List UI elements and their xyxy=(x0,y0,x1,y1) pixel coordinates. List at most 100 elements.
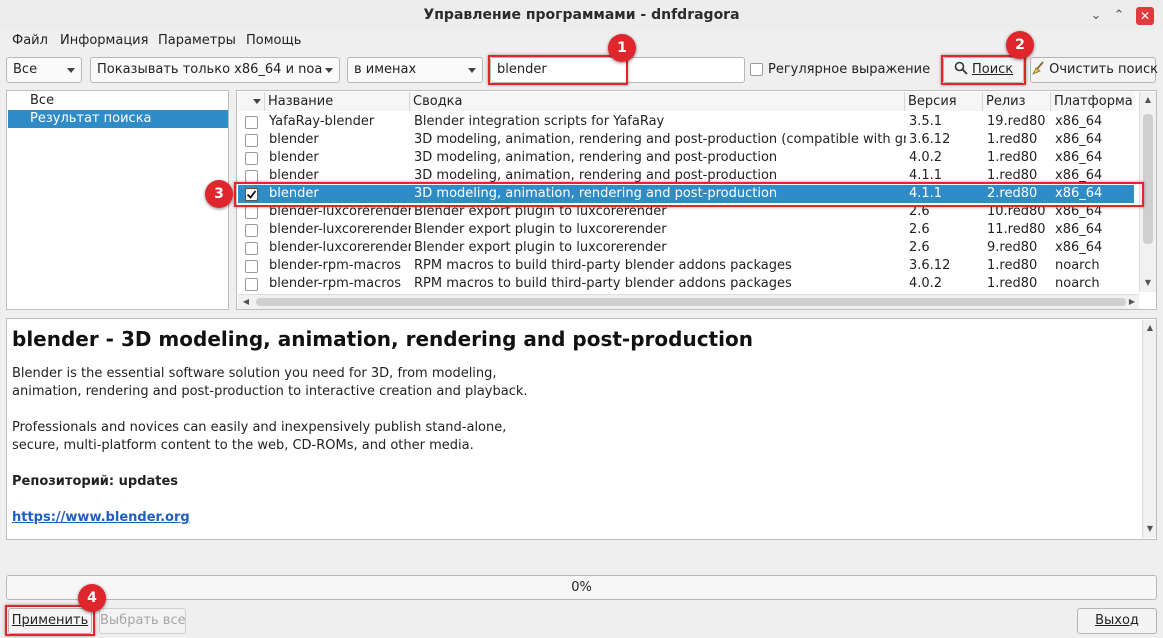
table-row[interactable]: blender-luxcorerender Blender export plug… xyxy=(238,239,1134,257)
cell-arch: x86_64 xyxy=(1055,114,1103,129)
header-platform[interactable]: Платформа xyxy=(1051,92,1135,111)
table-row[interactable]: blender-luxcorerender Blender export plug… xyxy=(238,221,1134,239)
progress-text: 0% xyxy=(571,580,592,595)
exit-button[interactable]: Выход xyxy=(1077,608,1157,634)
row-checkbox[interactable] xyxy=(245,260,258,273)
filter-combo-value: Все xyxy=(13,62,38,77)
cell-version: 3.5.1 xyxy=(909,114,943,129)
header-summary[interactable]: Сводка xyxy=(410,92,905,111)
scroll-right-icon[interactable]: ▶ xyxy=(1126,296,1138,308)
cell-release: 1.red80 xyxy=(987,132,1038,147)
annotation-badge: 2 xyxy=(1006,31,1034,59)
annotation-box-search-input xyxy=(488,55,628,85)
description-line: Blender is the essential software soluti… xyxy=(12,366,497,381)
cell-arch: x86_64 xyxy=(1055,240,1103,255)
row-checkbox[interactable] xyxy=(245,242,258,255)
close-icon[interactable]: ✕ xyxy=(1136,7,1154,25)
description-scrollbar[interactable]: ▲ ▼ xyxy=(1142,320,1156,538)
description-line: animation, rendering and post-production… xyxy=(12,384,528,399)
scroll-up-icon[interactable]: ▲ xyxy=(1144,322,1156,334)
cell-version: 2.6 xyxy=(909,222,930,237)
menu-settings[interactable]: Параметры xyxy=(158,30,236,52)
exit-button-label: Выход xyxy=(1095,613,1139,628)
regex-label: Регулярное выражение xyxy=(768,62,931,77)
filter-combo[interactable]: Все xyxy=(6,57,82,83)
clear-search-button[interactable]: Очистить поиск xyxy=(1030,57,1158,83)
cell-summary: Blender export plugin to luxcorerender xyxy=(414,240,667,255)
cell-release: 19.red80 xyxy=(987,114,1046,129)
broom-icon xyxy=(1032,61,1044,75)
group-item-all[interactable]: Все xyxy=(8,92,228,110)
scroll-down-icon[interactable]: ▼ xyxy=(1144,523,1156,535)
description-line: Professionals and novices can easily and… xyxy=(12,420,507,435)
annotation-badge: 1 xyxy=(608,34,636,62)
row-checkbox[interactable] xyxy=(245,278,258,291)
arch-combo[interactable]: Показывать только x86_64 и noarch xyxy=(90,57,340,83)
minimize-icon[interactable]: ⌄ xyxy=(1087,7,1105,25)
cell-version: 4.0.2 xyxy=(909,150,943,165)
cell-version: 4.0.2 xyxy=(909,276,943,291)
group-item-search-result[interactable]: Результат поиска xyxy=(8,110,228,128)
table-row[interactable]: blender 3D modeling, animation, rendering… xyxy=(238,149,1134,167)
cell-version: 2.6 xyxy=(909,240,930,255)
table-row[interactable]: YafaRay-blender Blender integration scrip… xyxy=(238,113,1134,131)
cell-arch: x86_64 xyxy=(1055,222,1103,237)
cell-name: blender-luxcorerender xyxy=(269,222,411,237)
repository-label: Репозиторий: updates xyxy=(12,474,179,489)
progress-bar: 0% xyxy=(6,575,1157,600)
scroll-thumb[interactable] xyxy=(256,298,1126,306)
menu-help[interactable]: Помощь xyxy=(246,30,301,52)
window-title: Управление программами - dnfdragora xyxy=(423,7,740,23)
row-checkbox[interactable] xyxy=(245,116,258,129)
header-sort[interactable] xyxy=(238,92,265,111)
cell-summary: 3D modeling, animation, rendering and po… xyxy=(414,150,778,165)
cell-name: blender xyxy=(269,150,319,165)
row-checkbox[interactable] xyxy=(245,152,258,165)
cell-summary: 3D modeling, animation, rendering and po… xyxy=(414,132,906,147)
cell-name: blender xyxy=(269,132,319,147)
table-row[interactable]: blender-rpm-macros RPM macros to build th… xyxy=(238,257,1134,275)
cell-release: 1.red80 xyxy=(987,150,1038,165)
cell-arch: noarch xyxy=(1055,276,1100,291)
description-line: secure, multi-platform content to the we… xyxy=(12,438,474,453)
scroll-thumb[interactable] xyxy=(1143,114,1153,244)
row-checkbox[interactable] xyxy=(245,206,258,219)
table-row[interactable]: blender 3D modeling, animation, rendering… xyxy=(238,131,1134,149)
menu-file[interactable]: Файл xyxy=(12,30,48,52)
maximize-icon[interactable]: ⌃ xyxy=(1110,7,1128,25)
annotation-box-search-button xyxy=(941,55,1026,85)
annotation-badge: 4 xyxy=(78,584,106,612)
cell-name: blender-rpm-macros xyxy=(269,276,402,291)
header-name[interactable]: Название xyxy=(265,92,410,111)
chevron-down-icon xyxy=(325,68,333,73)
scroll-left-icon[interactable]: ◀ xyxy=(240,296,252,308)
regex-checkbox[interactable] xyxy=(750,63,763,76)
scroll-up-icon[interactable]: ▲ xyxy=(1142,94,1154,106)
cell-version: 3.6.12 xyxy=(909,258,951,273)
arch-combo-value: Показывать только x86_64 и noarch xyxy=(97,62,323,77)
row-checkbox[interactable] xyxy=(245,224,258,237)
scroll-down-icon[interactable]: ▼ xyxy=(1142,277,1154,289)
cell-summary: Blender export plugin to luxcorerender xyxy=(414,222,667,237)
chevron-down-icon xyxy=(67,68,75,73)
search-field-combo[interactable]: в именах xyxy=(347,57,483,83)
header-release[interactable]: Релиз xyxy=(983,92,1051,111)
description-panel: blender - 3D modeling, animation, render… xyxy=(6,318,1157,540)
cell-name: YafaRay-blender xyxy=(269,114,375,129)
cell-arch: x86_64 xyxy=(1055,150,1103,165)
cell-arch: x86_64 xyxy=(1055,132,1103,147)
row-checkbox[interactable] xyxy=(245,134,258,147)
group-item-label: Все xyxy=(30,93,55,108)
cell-summary: Blender integration scripts for YafaRay xyxy=(414,114,665,129)
chevron-down-icon xyxy=(253,99,261,104)
select-all-button-label: Выбрать все xyxy=(100,613,186,628)
menu-info[interactable]: Информация xyxy=(60,30,148,52)
cell-arch: noarch xyxy=(1055,258,1100,273)
homepage-link[interactable]: https://www.blender.org xyxy=(12,509,190,527)
select-all-button[interactable]: Выбрать все xyxy=(99,608,186,634)
table-row[interactable]: blender-rpm-macros RPM macros to build th… xyxy=(238,275,1134,293)
horizontal-scrollbar[interactable]: ◀ ▶ xyxy=(238,294,1139,309)
cell-release: 1.red80 xyxy=(987,258,1038,273)
header-version[interactable]: Версия xyxy=(905,92,983,111)
cell-summary: RPM macros to build third-party blender … xyxy=(414,276,792,291)
